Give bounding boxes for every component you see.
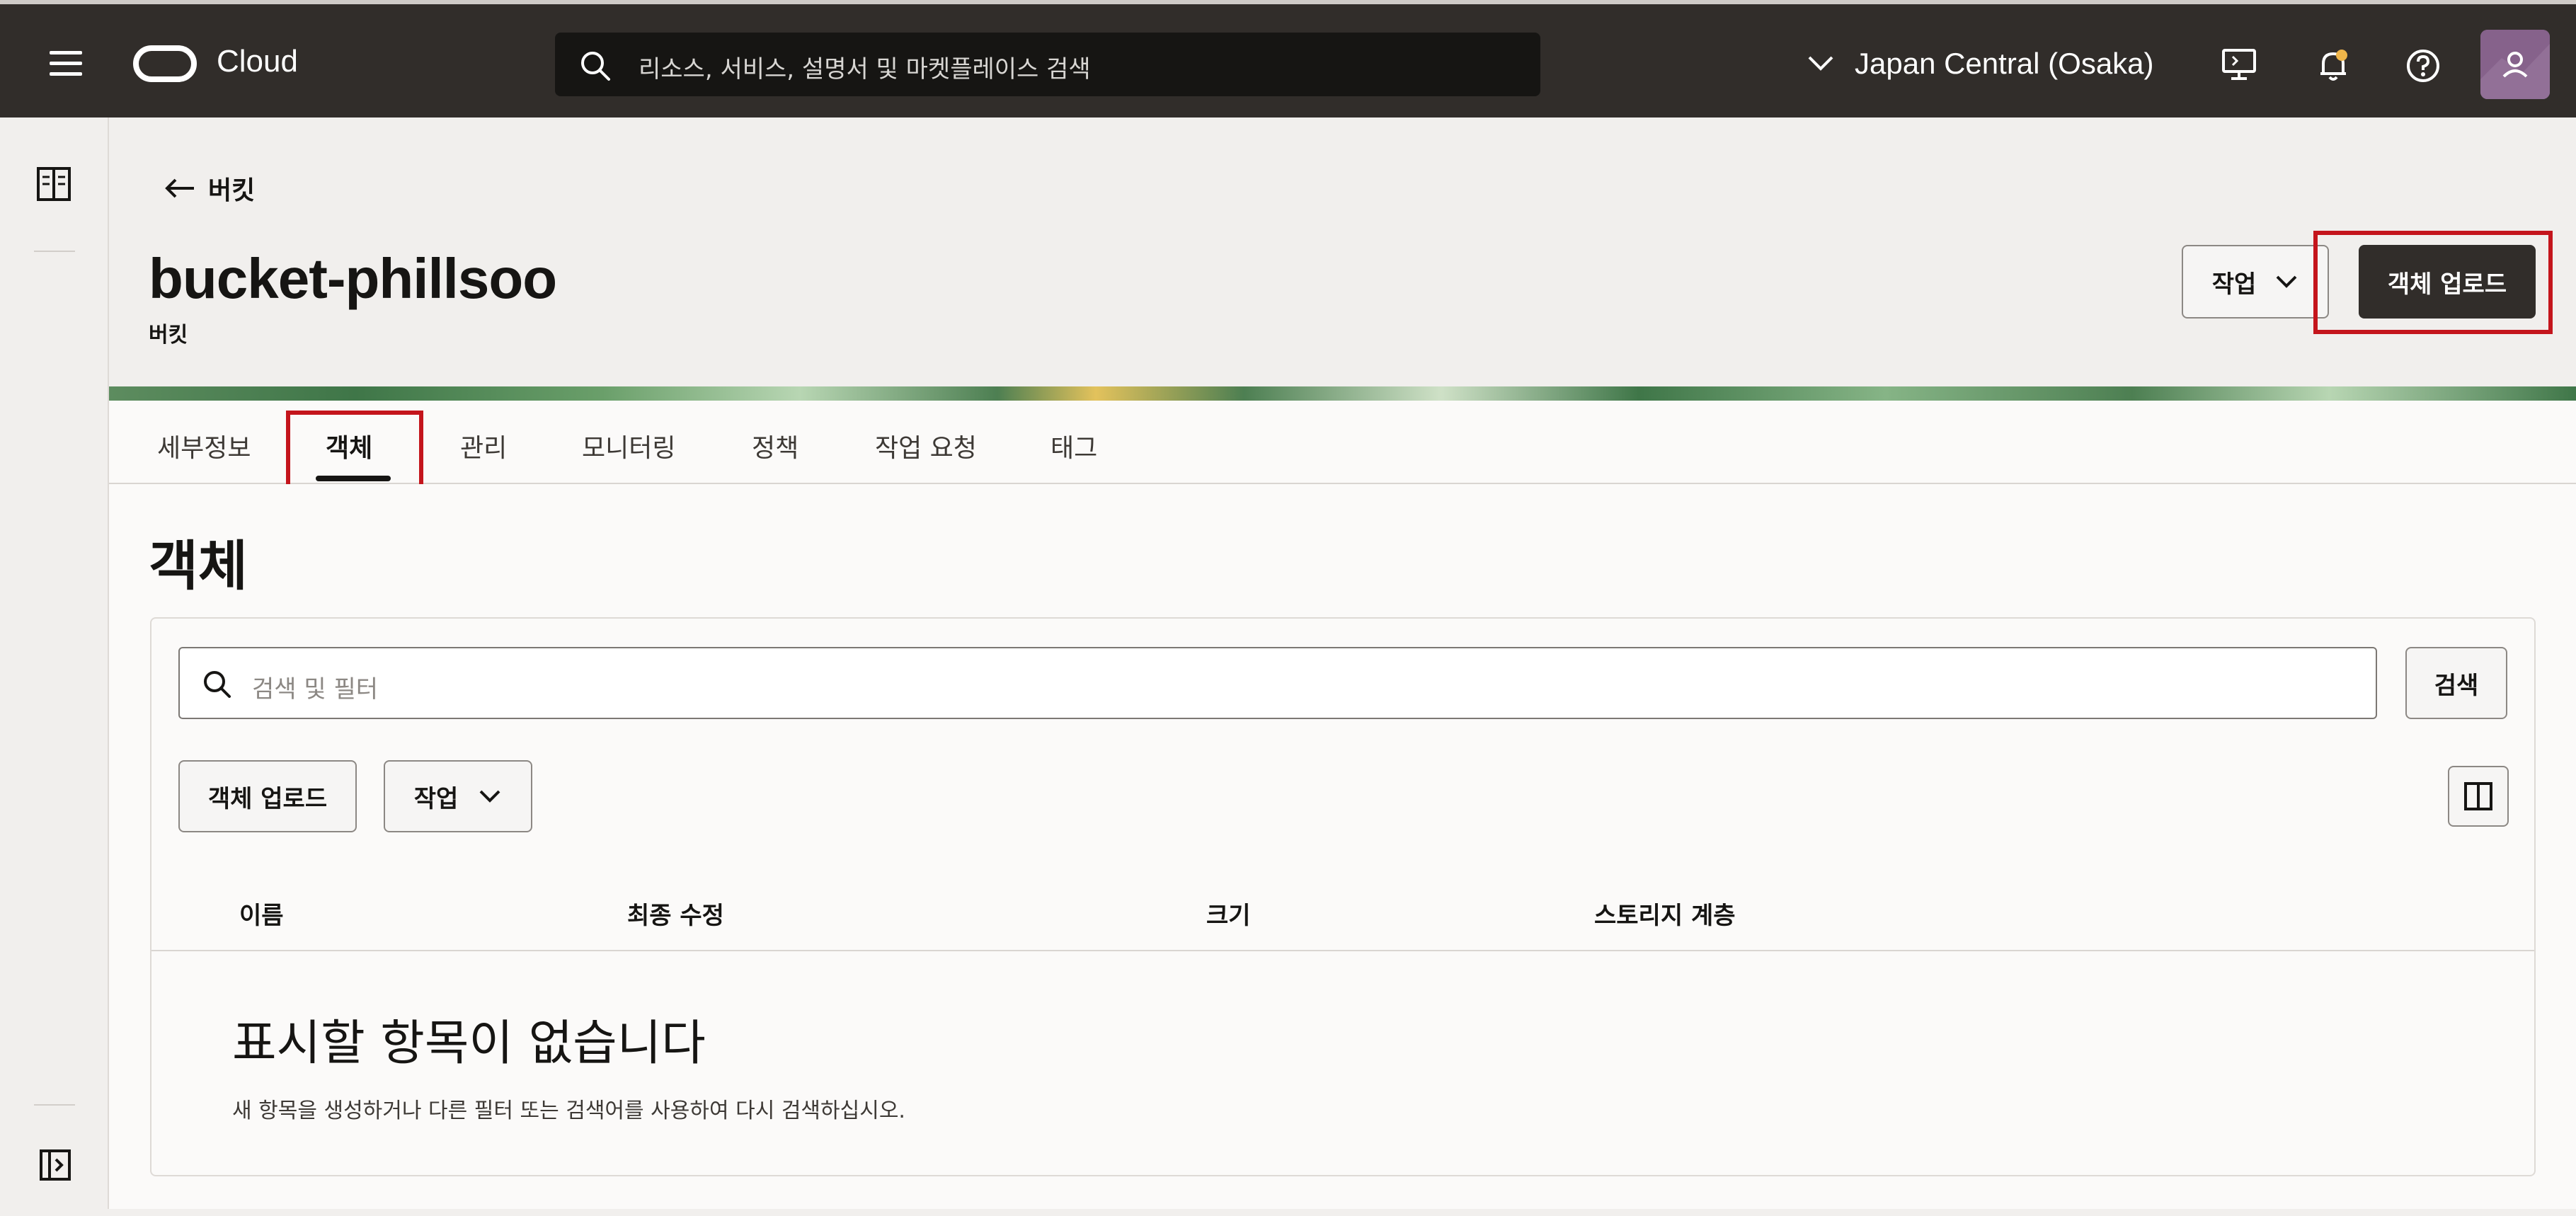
dashboard-panel-icon[interactable]: [35, 166, 72, 202]
upload-objects-secondary-button[interactable]: 객체 업로드: [178, 760, 357, 832]
section-title: 객체: [149, 534, 248, 597]
search-icon: [204, 671, 231, 698]
column-header-storage-tier[interactable]: 스토리지 계층: [1594, 896, 1736, 931]
tab-policies[interactable]: 정책: [752, 428, 798, 464]
search-icon: [581, 52, 610, 81]
left-rail: [0, 117, 109, 1216]
app-window: Cloud 리소스, 서비스, 설명서 및 마켓플레이스 검색 Japan Ce…: [0, 0, 2576, 1216]
search-button[interactable]: 검색: [2405, 647, 2507, 719]
column-header-size[interactable]: 크기: [1206, 896, 1251, 931]
search-filter-input[interactable]: 검색 및 필터: [178, 647, 2377, 719]
highlight-box-upload: [2313, 231, 2553, 334]
table-header-divider: [151, 950, 2534, 951]
page-title: bucket-phillsoo: [149, 247, 557, 310]
tab-monitoring[interactable]: 모니터링: [582, 428, 675, 464]
cloud-shell-icon[interactable]: [2221, 48, 2257, 81]
user-avatar[interactable]: [2480, 30, 2550, 99]
rail-divider: [34, 1104, 75, 1106]
bell-icon[interactable]: [2316, 48, 2352, 84]
tab-work-requests[interactable]: 작업 요청: [875, 428, 977, 464]
search-placeholder: 리소스, 서비스, 설명서 및 마켓플레이스 검색: [639, 55, 1091, 84]
page-subtitle: 버킷: [149, 323, 188, 348]
back-to-buckets-link[interactable]: 버킷: [164, 170, 255, 207]
filter-placeholder: 검색 및 필터: [252, 675, 379, 704]
actions-menu-button[interactable]: 작업: [2182, 245, 2329, 319]
highlight-box-objects-tab: [286, 411, 423, 495]
tab-bar: 세부정보 객체 관리 모니터링 정책 작업 요청 태그: [109, 401, 2576, 484]
oracle-logo-icon[interactable]: [133, 45, 197, 82]
help-icon[interactable]: [2405, 48, 2441, 84]
columns-icon: [2464, 782, 2492, 810]
tab-tags[interactable]: 태그: [1051, 428, 1097, 464]
column-header-last-modified[interactable]: 최종 수정: [627, 896, 724, 931]
tab-details[interactable]: 세부정보: [157, 428, 251, 464]
menu-icon[interactable]: [50, 51, 82, 76]
arrow-left-icon: [165, 178, 194, 198]
column-settings-button[interactable]: [2448, 766, 2509, 827]
rail-divider: [34, 251, 75, 252]
chevron-down-icon: [1808, 56, 1833, 71]
back-link-label: 버킷: [208, 176, 256, 205]
column-header-name[interactable]: 이름: [239, 896, 284, 931]
region-label: Japan Central (Osaka): [1855, 47, 2154, 80]
chevron-down-icon: [2276, 275, 2297, 288]
actions-button-label: 작업: [2211, 270, 2257, 299]
empty-state-description: 새 항목을 생성하거나 다른 필터 또는 검색어를 사용하여 다시 검색하십시오…: [232, 1099, 905, 1123]
chevron-down-icon: [479, 790, 500, 803]
bottom-edge: [0, 1209, 2576, 1216]
global-search-input[interactable]: 리소스, 서비스, 설명서 및 마켓플레이스 검색: [555, 33, 1540, 96]
region-selector[interactable]: Japan Central (Osaka): [1807, 47, 2154, 81]
table-actions-button[interactable]: 작업: [384, 760, 532, 832]
tab-management[interactable]: 관리: [460, 428, 507, 464]
top-navigation-bar: Cloud 리소스, 서비스, 설명서 및 마켓플레이스 검색 Japan Ce…: [0, 0, 2576, 117]
table-actions-label: 작업: [413, 784, 459, 813]
decorative-banner: [109, 386, 2576, 401]
brand-name[interactable]: Cloud: [217, 44, 298, 79]
expand-panel-icon[interactable]: [38, 1148, 72, 1182]
empty-state-title: 표시할 항목이 없습니다: [232, 1016, 706, 1072]
user-icon: [2480, 30, 2550, 99]
